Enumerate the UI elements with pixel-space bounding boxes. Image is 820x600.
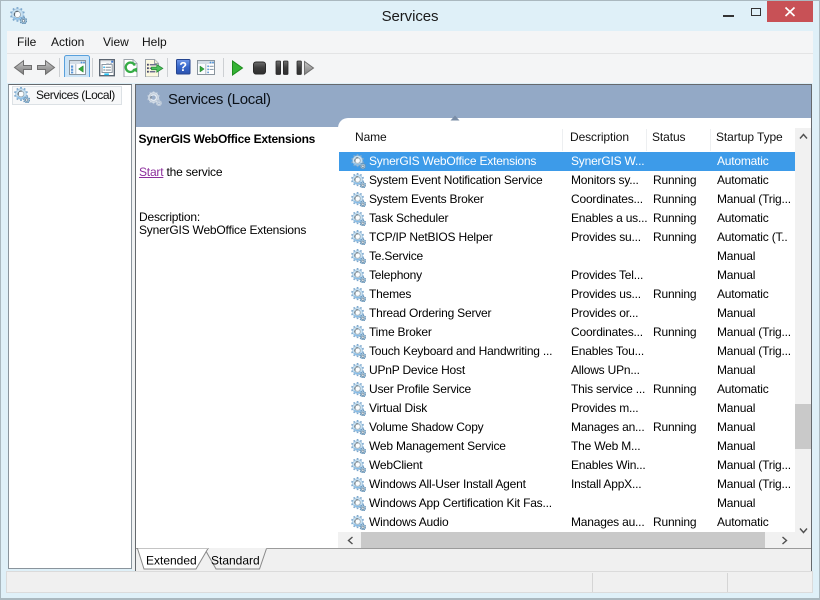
svg-text:Standard: Standard [211,554,260,568]
svg-text:Extended: Extended [146,554,197,568]
svg-text:?: ? [179,60,187,74]
